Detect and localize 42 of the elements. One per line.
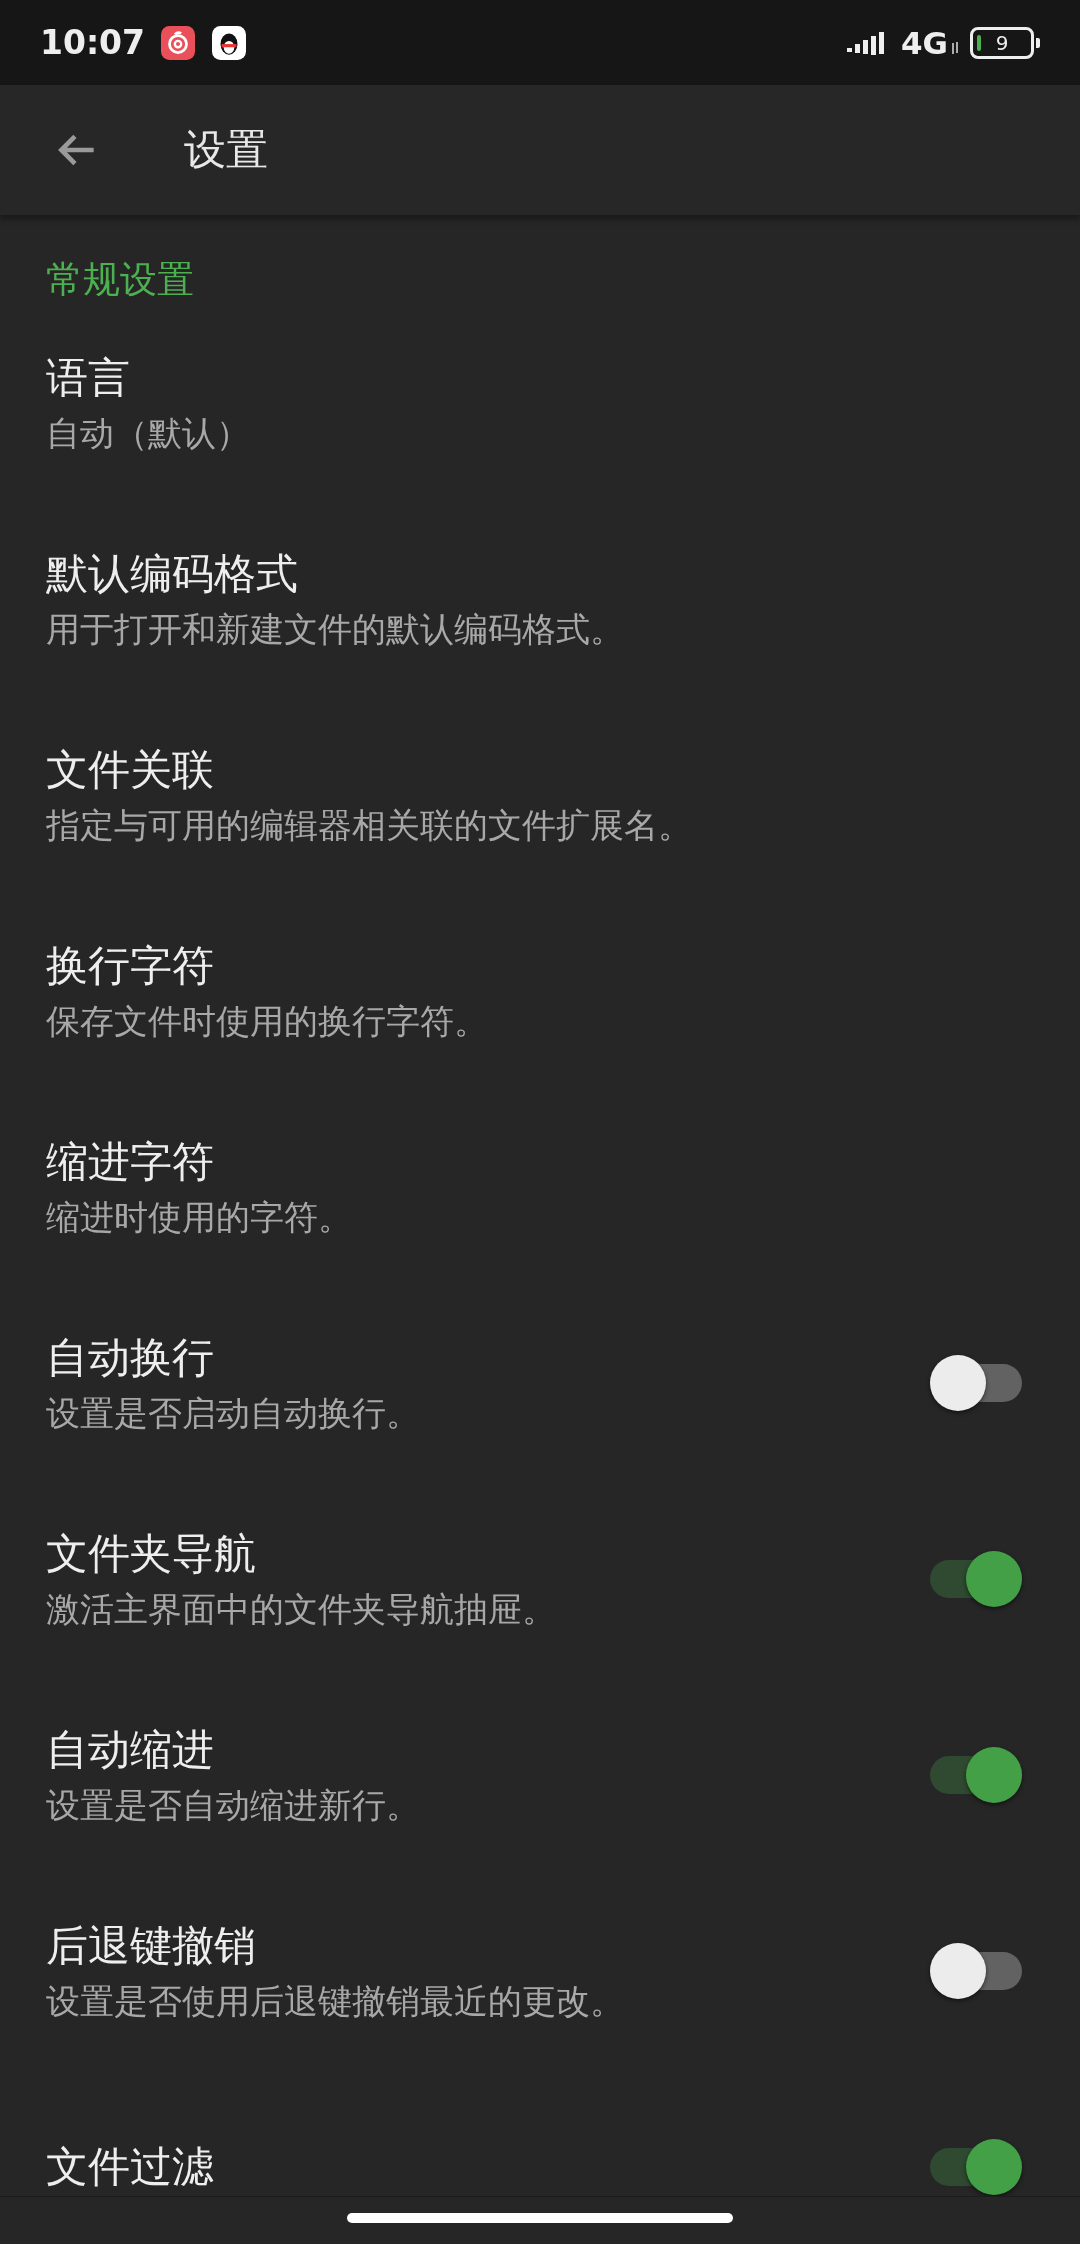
toggle-switch[interactable] [930, 2138, 1022, 2196]
settings-item[interactable]: 自动缩进 设置是否自动缩进新行。 [0, 1677, 1080, 1873]
settings-item[interactable]: 文件过滤 [0, 2069, 1080, 2244]
signal-icon [847, 29, 887, 56]
setting-title: 换行字符 [46, 940, 215, 992]
network-type: 4G [901, 24, 948, 61]
setting-description: 设置是否启动自动换行。 [46, 1392, 421, 1435]
setting-description: 指定与可用的编辑器相关联的文件扩展名。 [46, 804, 693, 847]
settings-item[interactable]: 语言 自动（默认） [0, 305, 1080, 501]
settings-item[interactable]: 换行字符 保存文件时使用的换行字符。 [0, 893, 1080, 1089]
setting-title: 文件夹导航 [46, 1528, 257, 1580]
spiral-app-icon [161, 25, 196, 60]
setting-description: 设置是否使用后退键撤销最近的更改。 [46, 1980, 625, 2023]
page-title: 设置 [184, 124, 268, 176]
section-header: 常规设置 [45, 257, 195, 303]
setting-title: 缩进字符 [46, 1136, 215, 1188]
setting-title: 文件关联 [46, 744, 215, 796]
toggle-switch[interactable] [930, 1942, 1022, 2000]
settings-item[interactable]: 后退键撤销 设置是否使用后退键撤销最近的更改。 [0, 1873, 1080, 2069]
setting-description: 保存文件时使用的换行字符。 [46, 1000, 489, 1043]
setting-description: 激活主界面中的文件夹导航抽屉。 [46, 1588, 557, 1631]
setting-title: 后退键撤销 [46, 1920, 257, 1972]
setting-description: 设置是否自动缩进新行。 [46, 1784, 421, 1827]
status-time: 10:07 [40, 23, 146, 62]
battery-level: 9 [995, 30, 1009, 55]
penguin-app-icon [212, 25, 247, 60]
settings-item[interactable]: 缩进字符 缩进时使用的字符。 [0, 1089, 1080, 1285]
settings-item[interactable]: 自动换行 设置是否启动自动换行。 [0, 1285, 1080, 1481]
setting-description: 用于打开和新建文件的默认编码格式。 [46, 608, 625, 651]
toggle-switch[interactable] [930, 1354, 1022, 1412]
setting-title: 自动换行 [46, 1332, 215, 1384]
setting-title: 语言 [46, 352, 131, 404]
setting-title: 文件过滤 [46, 2141, 215, 2193]
setting-description: 自动（默认） [46, 412, 251, 455]
toggle-switch[interactable] [930, 1550, 1022, 1608]
toggle-switch[interactable] [930, 1746, 1022, 1804]
settings-item[interactable]: 文件夹导航 激活主界面中的文件夹导航抽屉。 [0, 1481, 1080, 1677]
setting-title: 自动缩进 [46, 1724, 215, 1776]
setting-title: 默认编码格式 [46, 548, 299, 600]
setting-description: 缩进时使用的字符。 [46, 1196, 353, 1239]
settings-item[interactable]: 文件关联 指定与可用的编辑器相关联的文件扩展名。 [0, 697, 1080, 893]
settings-item[interactable]: 默认编码格式 用于打开和新建文件的默认编码格式。 [0, 501, 1080, 697]
